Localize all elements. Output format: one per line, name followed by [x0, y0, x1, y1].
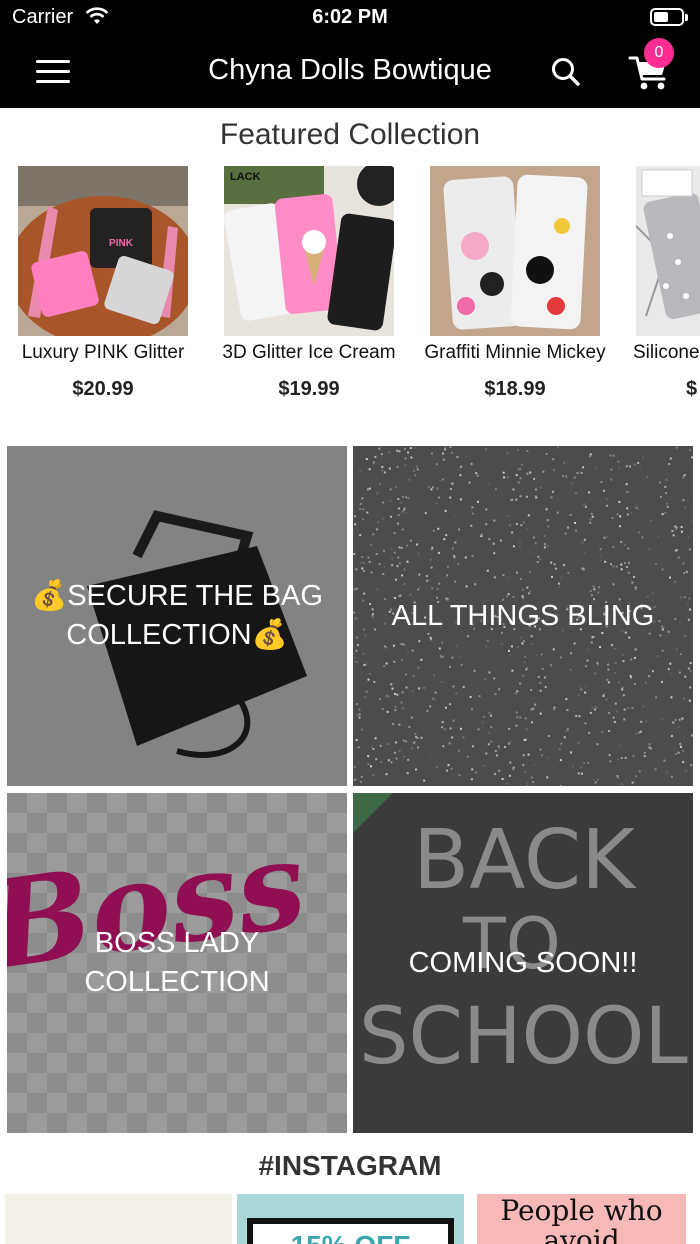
product-name: 3D Glitter Ice Cream: [222, 342, 396, 363]
product-price: $: [686, 378, 698, 400]
cart-count-badge[interactable]: 0: [644, 38, 674, 68]
instagram-post[interactable]: [5, 1194, 232, 1244]
collection-label: 💰SECURE THE BAG COLLECTION💰: [31, 580, 323, 651]
collection-tile-secure-the-bag[interactable]: 💰SECURE THE BAG COLLECTION💰: [7, 446, 347, 786]
collection-tile-boss-lady[interactable]: Boss Lady BOSS LADY COLLECTION: [7, 793, 347, 1133]
nav-bar: Chyna Dolls Bowtique: [0, 36, 700, 108]
instagram-post-text: 15% OFF: [247, 1218, 454, 1244]
product-price: $20.99: [72, 378, 134, 400]
collection-tile-all-things-bling[interactable]: ALL THINGS BLING: [353, 446, 693, 786]
collection-label: COMING SOON!!: [408, 946, 638, 979]
product-image[interactable]: [636, 166, 700, 336]
featured-collection-title: Featured Collection: [219, 118, 481, 151]
product-name: Silicone: [633, 342, 700, 363]
collection-label: ALL THINGS BLING: [391, 599, 655, 632]
product-name: Luxury PINK Glitter: [21, 342, 185, 363]
product-price: $18.99: [484, 378, 546, 400]
battery-icon: [650, 8, 688, 26]
svg-text:LACK: LACK: [230, 171, 261, 183]
instagram-title: #INSTAGRAM: [258, 1150, 442, 1181]
search-icon[interactable]: [548, 54, 584, 90]
instagram-post[interactable]: 15% OFF: [237, 1194, 464, 1244]
product-image[interactable]: LACK: [224, 166, 394, 336]
status-bar: Carrier 6:02 PM: [0, 0, 700, 36]
collection-label: BOSS LADY COLLECTION: [84, 927, 270, 998]
collection-tile-coming-soon[interactable]: BACK TO SCHOOL COMING SOON!!: [353, 793, 693, 1133]
product-image[interactable]: PINK: [18, 166, 188, 336]
store-title: Chyna Dolls Bowtique: [208, 54, 492, 86]
svg-text:PINK: PINK: [109, 238, 134, 249]
status-time: 6:02 PM: [312, 6, 388, 28]
instagram-post[interactable]: People who avoid: [477, 1194, 686, 1244]
product-name: Graffiti Minnie Mickey: [424, 342, 606, 363]
product-image[interactable]: [430, 166, 600, 336]
product-price: $19.99: [278, 378, 340, 400]
instagram-post-text: People who avoid: [500, 1194, 663, 1244]
